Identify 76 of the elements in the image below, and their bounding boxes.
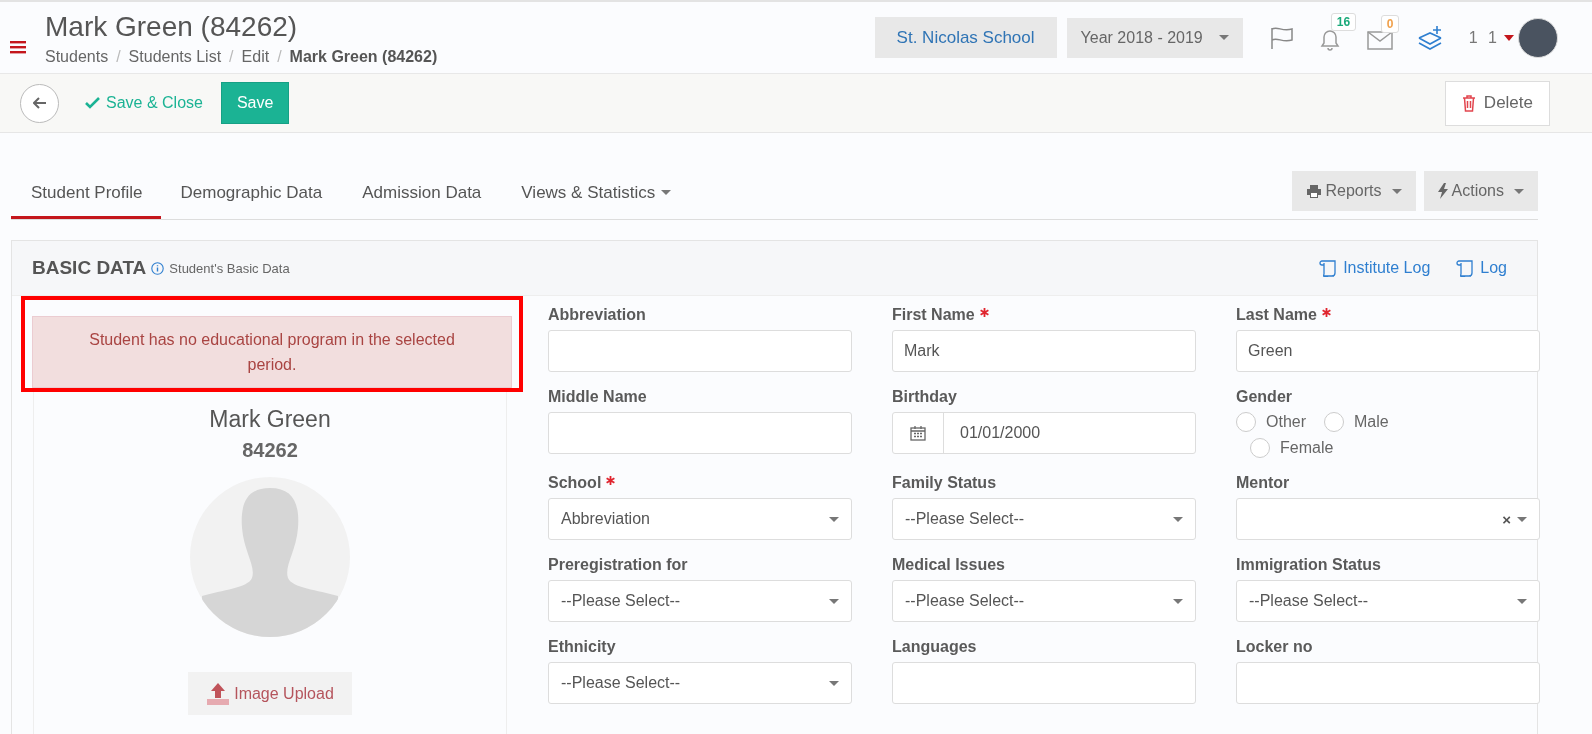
actions-dropdown[interactable]: Actions — [1423, 171, 1538, 211]
radio-option[interactable]: Male — [1324, 412, 1389, 432]
student-id: 84262 — [242, 439, 298, 462]
page-title: Mark Green (84262) — [45, 9, 299, 44]
required-asterisk-icon — [1321, 308, 1331, 317]
image-upload-button[interactable]: Image Upload — [188, 672, 352, 715]
flag-icon[interactable] — [1268, 25, 1295, 50]
field-label: Ethnicity — [548, 638, 616, 656]
count-badge: 16 — [1330, 12, 1357, 31]
section-subtitle: Student's Basic Data — [169, 260, 290, 276]
avatar-circle[interactable] — [1518, 17, 1558, 58]
student-name: Mark Green — [209, 406, 331, 433]
field-label: Gender — [1236, 388, 1292, 406]
breadcrumb-separator: / — [277, 47, 282, 66]
alert-message: Student has no educational program in the selected period. — [32, 316, 512, 388]
select-dropdown[interactable]: --Please Select-- — [548, 580, 852, 622]
field-label: Preregistration for — [548, 556, 688, 574]
select-dropdown[interactable]: --Please Select-- — [548, 662, 852, 704]
text-input[interactable] — [548, 412, 852, 454]
breadcrumb-separator: / — [229, 47, 234, 66]
trash-icon — [1461, 94, 1476, 112]
section-title: BASIC DATA — [32, 257, 147, 279]
upload-icon — [206, 681, 231, 706]
tab[interactable]: Admission Data — [342, 169, 502, 219]
required-asterisk-icon — [979, 308, 989, 317]
field-label: Languages — [892, 638, 977, 656]
select-dropdown[interactable]: --Please Select-- — [1236, 580, 1540, 622]
info-icon — [151, 261, 165, 275]
delete-button[interactable]: Delete — [1444, 80, 1550, 126]
printer-icon — [1305, 183, 1322, 199]
breadcrumb-link[interactable]: Students List — [128, 47, 222, 66]
school-button[interactable]: St. Nicolas School — [874, 17, 1057, 58]
envelope-icon[interactable] — [1366, 28, 1395, 51]
avatar-silhouette-icon — [189, 476, 351, 638]
field-label: Last Name — [1236, 306, 1317, 324]
checkmark-icon — [85, 97, 101, 109]
text-input[interactable] — [892, 662, 1196, 704]
lightning-icon — [1437, 183, 1448, 199]
select-dropdown[interactable]: --Please Select-- — [892, 498, 1196, 540]
field-label: Medical Issues — [892, 556, 1005, 574]
field-label: Family Status — [892, 474, 997, 492]
text-input[interactable]: Green — [1236, 330, 1540, 372]
required-asterisk-icon — [606, 476, 616, 485]
text-input[interactable]: Mark — [892, 330, 1196, 372]
arrow-left-icon — [32, 97, 47, 109]
text-input[interactable] — [548, 330, 852, 372]
field-label: Abbreviation — [548, 306, 646, 324]
back-button[interactable] — [20, 83, 59, 123]
combo-select[interactable]: × — [1236, 498, 1540, 540]
field-label: First Name — [892, 306, 975, 324]
log-link[interactable]: Log — [1456, 259, 1507, 277]
breadcrumb-separator: / — [116, 47, 121, 66]
reports-dropdown[interactable]: Reports — [1291, 171, 1416, 211]
field-label: School — [548, 474, 602, 492]
year-dropdown[interactable]: Year 2018 - 2019 — [1066, 17, 1243, 58]
breadcrumb-link[interactable]: Students — [45, 47, 109, 66]
tab[interactable]: Student Profile — [11, 169, 161, 219]
breadcrumb-link[interactable]: Edit — [241, 47, 270, 66]
calendar-icon[interactable] — [910, 425, 926, 441]
select-dropdown[interactable]: --Please Select-- — [892, 580, 1196, 622]
log-link[interactable]: Institute Log — [1319, 259, 1431, 277]
tab[interactable]: Views & Statistics — [501, 169, 692, 219]
field-label: Immigration Status — [1236, 556, 1381, 574]
tab[interactable]: Demographic Data — [160, 169, 343, 219]
radio-option[interactable]: Female — [1250, 438, 1334, 458]
date-input[interactable]: 01/01/2000 — [892, 412, 1196, 454]
count-badge: 0 — [1380, 14, 1400, 33]
select-dropdown[interactable]: Abbreviation — [548, 498, 852, 540]
field-label: Middle Name — [548, 388, 647, 406]
field-label: Birthday — [892, 388, 957, 406]
user-menu[interactable]: 1 1 — [1468, 28, 1500, 47]
field-label: Locker no — [1236, 638, 1313, 656]
menu-icon[interactable] — [10, 39, 26, 54]
text-input[interactable] — [1236, 662, 1540, 704]
radio-option[interactable]: Other — [1236, 412, 1306, 432]
field-label: Mentor — [1236, 474, 1290, 492]
